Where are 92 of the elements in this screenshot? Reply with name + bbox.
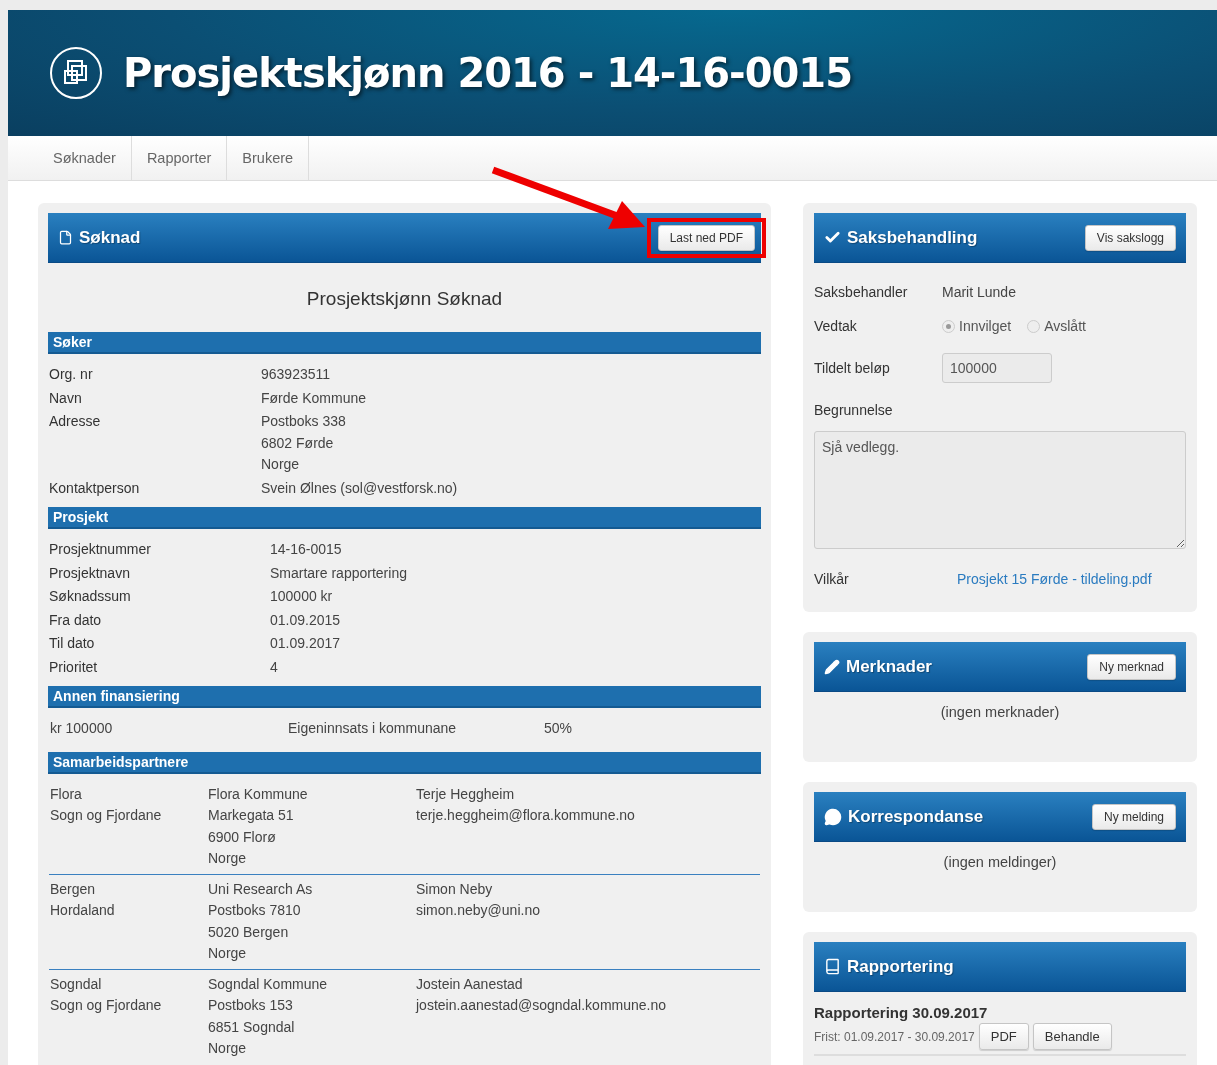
field-value: 14-16-0015 <box>270 540 343 559</box>
deadline-text: Frist: 01.09.2017 - 30.09.2017 <box>814 1029 975 1044</box>
table-cell-text: Norge <box>208 1039 248 1058</box>
panel-title: Korrespondanse <box>848 806 984 827</box>
field-value: 01.09.2015 <box>270 610 342 630</box>
field-label: Tildelt beløp <box>814 360 891 376</box>
table-cell-text: Postboks 153 <box>208 996 294 1015</box>
table-cell-text: Sogn og Fjordane <box>50 806 163 825</box>
radio-button[interactable] <box>942 319 955 333</box>
field-value: Førde Kommune <box>261 388 368 408</box>
check-icon <box>824 229 841 246</box>
nav-link[interactable]: Rapporter <box>131 136 228 180</box>
field-value: 01.09.2017 <box>270 634 342 653</box>
table-cell-text: Jostein Aanestad <box>416 974 524 994</box>
table-cell-text: Simon Neby <box>416 879 494 899</box>
table-cell-text: 6851 Sogndal <box>208 1017 296 1037</box>
reason-field[interactable]: Sjå vedlegg. <box>814 431 1186 549</box>
header-button[interactable]: Ny merknad <box>1087 653 1176 680</box>
field-label: Prosjektnummer <box>49 540 152 559</box>
field-label: Vilkår <box>814 571 850 587</box>
logo-icon <box>49 46 103 100</box>
header-button[interactable]: Ny melding <box>1091 803 1176 830</box>
section-title: Samarbeidspartnere <box>48 751 761 774</box>
field-value: Postboks 338 <box>261 412 347 431</box>
radio-label: Avslått <box>1044 318 1086 334</box>
field-value: Marit Lunde <box>942 284 1017 300</box>
field-label: Søknadssum <box>49 587 132 606</box>
download-button[interactable]: Last ned PDF <box>657 224 755 251</box>
table-cell-text: Sogndal Kommune <box>208 974 329 994</box>
table-cell-text: Markegata 51 <box>208 806 295 825</box>
pencil-icon <box>824 658 840 675</box>
nav-link[interactable]: Brukere <box>227 136 310 180</box>
file-icon <box>58 230 73 245</box>
table-cell-text: terje.heggheim@flora.kommune.no <box>416 806 636 825</box>
application-heading: Prosjektskjønn Søknad <box>305 287 504 311</box>
speech-bubble-icon <box>824 807 842 826</box>
table-cell-text: Bergen <box>50 879 97 899</box>
table-cell-text: 50% <box>544 719 574 738</box>
field-label: Begrunnelse <box>814 402 894 418</box>
field-label: Prosjektnavn <box>49 563 131 583</box>
field-label: Org. nr <box>49 365 94 384</box>
field-label: Saksbehandler <box>814 284 909 300</box>
field-label: Adresse <box>49 412 102 431</box>
radio-label: Innvilget <box>959 318 1012 334</box>
section-title: Søker <box>48 332 761 354</box>
header-button[interactable]: Vis sakslogg <box>1084 224 1176 251</box>
field-value: 100000 kr <box>270 587 334 606</box>
table-cell-text: Postboks 7810 <box>208 901 302 920</box>
report-button[interactable]: PDF <box>978 1023 1029 1050</box>
table-cell-text: simon.neby@uni.no <box>416 901 541 920</box>
report-title: Rapportering 30.09.2017 <box>814 1004 989 1021</box>
table-cell-text: kr 100000 <box>50 719 114 738</box>
field-label: Prioritet <box>49 657 99 677</box>
table-cell-text: Hordaland <box>50 901 116 920</box>
amount-field[interactable]: 100000 <box>942 353 1052 383</box>
table-cell-text: Norge <box>208 944 248 963</box>
attachment-link[interactable]: Prosjekt 15 Førde - tildeling.pdf <box>957 571 1186 587</box>
table-cell-text: Uni Research As <box>208 879 314 899</box>
field-value: 963923511 <box>261 365 332 384</box>
table-cell-text: 5020 Bergen <box>208 922 290 942</box>
radio-button[interactable] <box>1027 319 1041 333</box>
field-label: Navn <box>49 388 83 408</box>
table-cell-text: Norge <box>208 849 248 868</box>
table-cell-text: Eigeninnsats i kommunane <box>288 719 458 738</box>
field-value: 4 <box>270 657 279 677</box>
field-value: Norge <box>261 455 301 474</box>
field-value: Svein Ølnes (sol@vestforsk.no) <box>261 478 459 498</box>
table-cell-text: Sogn og Fjordane <box>50 996 163 1015</box>
field-label: Til dato <box>49 634 96 653</box>
table-cell-text: Flora <box>50 784 83 804</box>
nav-link[interactable]: Søknader <box>38 136 132 180</box>
field-label: Vedtak <box>814 318 858 334</box>
page-title: Prosjektskjønn 2016 - 14-16-0015 <box>123 50 852 96</box>
panel-title: Merknader <box>846 656 932 677</box>
table-cell-text: Terje Heggheim <box>416 784 516 804</box>
empty-message: (ingen meldinger) <box>942 853 1058 872</box>
field-label: Kontaktperson <box>49 478 141 498</box>
field-label: Fra dato <box>49 610 103 630</box>
section-title: Prosjekt <box>48 507 761 529</box>
table-cell-text: Sogndal <box>50 974 103 994</box>
panel-title: Søknad <box>79 227 141 248</box>
panel-title: Rapportering <box>847 956 954 977</box>
panel-title: Saksbehandling <box>847 227 978 248</box>
book-icon <box>824 958 841 975</box>
section-title: Annen finansiering <box>48 686 761 708</box>
table-cell-text: 6900 Florø <box>208 827 277 847</box>
empty-message: (ingen merknader) <box>939 703 1061 722</box>
report-button[interactable]: Behandle <box>1032 1023 1112 1050</box>
table-cell-text: Flora Kommune <box>208 784 309 804</box>
field-value: 6802 Førde <box>261 433 335 453</box>
table-cell-text: jostein.aanestad@sogndal.kommune.no <box>416 996 668 1015</box>
field-value: Smartare rapportering <box>270 563 408 583</box>
